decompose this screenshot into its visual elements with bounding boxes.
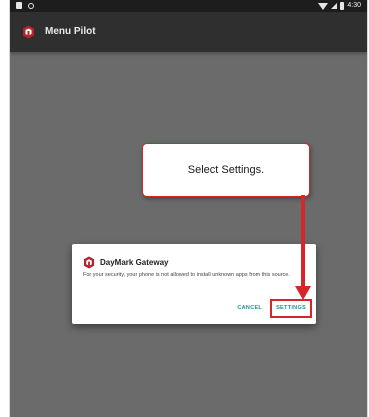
- battery-icon: [340, 2, 345, 10]
- callout-text: Select Settings.: [187, 164, 265, 176]
- status-time: 4:30: [347, 2, 361, 9]
- instruction-callout: Select Settings.: [142, 143, 310, 197]
- menu-pilot-logo-icon: [23, 25, 34, 39]
- status-left: [16, 2, 34, 9]
- dialog-title: DayMark Gateway: [100, 258, 169, 267]
- cancel-button[interactable]: CANCEL: [235, 303, 264, 314]
- status-bar: 4:30: [10, 0, 367, 12]
- status-right: 4:30: [318, 1, 361, 11]
- dialog-actions: CANCEL SETTINGS: [235, 299, 312, 318]
- sync-icon: [28, 2, 34, 9]
- settings-button[interactable]: SETTINGS: [270, 299, 312, 318]
- notification-icon: [16, 2, 22, 9]
- signal-icon: [331, 3, 338, 9]
- install-blocked-dialog: DayMark Gateway For your security, your …: [72, 244, 316, 324]
- app-title: Menu Pilot: [45, 26, 96, 37]
- wifi-icon: [318, 2, 329, 10]
- pointer-arrow: [295, 195, 311, 300]
- daymark-logo-icon: [83, 256, 95, 269]
- app-bar: Menu Pilot: [10, 12, 367, 52]
- device-screen: 4:30 Menu Pilot Select Settings. DayMark…: [10, 0, 367, 417]
- dialog-message: For your security, your phone is not all…: [83, 272, 290, 278]
